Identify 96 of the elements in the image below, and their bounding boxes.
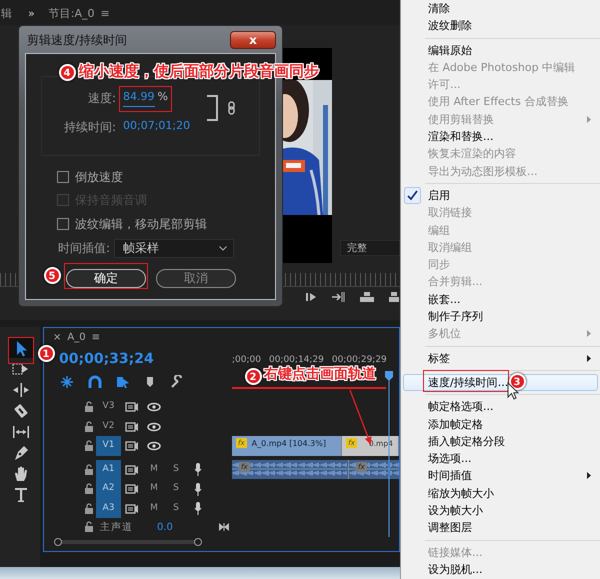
- mute-button[interactable]: M: [150, 482, 158, 496]
- sync-lock-icon[interactable]: [125, 422, 139, 432]
- menu-item[interactable]: 设为帧大小: [401, 502, 600, 520]
- volume-value[interactable]: 0.0: [157, 520, 173, 534]
- menu-item[interactable]: 标签: [401, 350, 600, 367]
- menu-item[interactable]: 嵌套...: [401, 290, 600, 308]
- dialog-title: 剪辑速度/持续时间: [27, 32, 128, 48]
- menu-item[interactable]: 启用: [401, 186, 600, 204]
- panel-menu-button[interactable]: ≡: [92, 330, 100, 344]
- submenu-arrow-icon: [587, 472, 591, 480]
- zoom-dropdown[interactable]: 完整: [340, 240, 400, 256]
- scroll-bar[interactable]: [53, 537, 203, 547]
- nest-icon[interactable]: [60, 375, 74, 389]
- close-button[interactable]: x: [230, 30, 276, 48]
- field-label: 速度:: [86, 90, 116, 107]
- menu-item[interactable]: 添加帧定格: [401, 416, 600, 433]
- interpolation-dropdown[interactable]: 帧采样: [114, 238, 234, 258]
- submenu-arrow-icon: [587, 116, 591, 123]
- solo-button[interactable]: S: [173, 482, 179, 496]
- track-target[interactable]: V1: [96, 436, 121, 456]
- lock-icon[interactable]: [84, 420, 94, 432]
- marker-icon[interactable]: [144, 375, 156, 389]
- annotation-text: 右键点击画面轨道: [264, 367, 376, 381]
- sync-lock-icon[interactable]: [125, 504, 139, 514]
- microphone-icon[interactable]: [194, 463, 202, 476]
- microphone-icon[interactable]: [194, 482, 202, 496]
- sync-lock-icon[interactable]: [125, 484, 139, 494]
- duration-field[interactable]: 00;07;01;20: [123, 118, 190, 136]
- checkbox-label: 波纹编辑，移动尾部剪辑: [75, 216, 207, 233]
- menu-item[interactable]: 设为脱机...: [401, 560, 600, 578]
- field-label: 持续时间:: [62, 119, 116, 136]
- solo-button[interactable]: S: [173, 462, 179, 476]
- sync-lock-icon[interactable]: [125, 441, 139, 451]
- eye-icon[interactable]: [147, 441, 161, 451]
- lock-icon[interactable]: [84, 521, 94, 533]
- cancel-button[interactable]: 取消: [156, 268, 236, 288]
- ruler-label: ;00;00: [232, 354, 261, 367]
- extract-icon[interactable]: [389, 291, 399, 303]
- linked-selection-icon[interactable]: [116, 375, 130, 389]
- unit-label: %: [158, 89, 168, 105]
- lock-icon[interactable]: [84, 483, 94, 495]
- track-target[interactable]: A2: [96, 479, 121, 499]
- track-target[interactable]: V2: [96, 417, 121, 436]
- checkbox[interactable]: [57, 218, 69, 230]
- clip-label: A_0.mp4 [104.3%]: [252, 438, 326, 450]
- lock-icon[interactable]: [84, 464, 94, 476]
- track-target[interactable]: A1: [96, 460, 121, 479]
- eye-icon[interactable]: [147, 422, 161, 432]
- checkmark-icon: [404, 186, 421, 204]
- panel-tab[interactable]: 辑: [1, 6, 12, 22]
- lock-icon[interactable]: [84, 502, 94, 514]
- sync-lock-icon[interactable]: [125, 464, 139, 474]
- mute-button[interactable]: M: [150, 462, 158, 476]
- mute-button[interactable]: M: [150, 502, 158, 516]
- menu-item[interactable]: 场选项...: [401, 450, 600, 468]
- sequence-tab[interactable]: A_0: [67, 330, 86, 344]
- lock-icon[interactable]: [84, 401, 94, 413]
- submenu-arrow-icon: [587, 354, 591, 362]
- menu-item[interactable]: 清除: [401, 0, 600, 18]
- overflow-button[interactable]: »: [28, 6, 35, 22]
- menu-item[interactable]: 调整图层: [401, 519, 600, 537]
- field-label: 时间插值:: [58, 240, 110, 257]
- menu-item[interactable]: 缩放为帧大小: [401, 484, 600, 502]
- timecode[interactable]: 00;00;33;24: [59, 350, 154, 368]
- solo-button[interactable]: S: [173, 502, 179, 516]
- sync-lock-icon[interactable]: [125, 402, 139, 412]
- menu-item[interactable]: 制作子序列: [401, 308, 600, 326]
- caret-icon: [219, 246, 228, 250]
- ok-button[interactable]: 确定: [66, 268, 146, 288]
- menu-item[interactable]: 帧定格选项...: [401, 398, 600, 416]
- track-target[interactable]: A3: [96, 499, 121, 518]
- menu-item[interactable]: 编辑原始: [401, 42, 600, 59]
- close-button[interactable]: ×: [53, 330, 62, 344]
- eye-icon[interactable]: [147, 402, 161, 412]
- checkbox-label: 倒放速度: [75, 168, 123, 186]
- ruler-label: 00;00;29;29: [332, 354, 387, 366]
- lock-icon[interactable]: [84, 440, 94, 452]
- track-target[interactable]: V3: [96, 397, 121, 417]
- menu-item[interactable]: 波纹删除: [401, 17, 600, 35]
- panel-tab[interactable]: 节目:A_0: [48, 6, 94, 22]
- track-label: 主声道: [100, 520, 133, 534]
- speed-field[interactable]: 84.99: [123, 89, 154, 106]
- submenu-arrow-icon: [587, 330, 591, 338]
- magnet-icon[interactable]: [88, 375, 102, 389]
- menu-item[interactable]: 插入帧定格分段: [401, 432, 600, 450]
- bowtie-icon[interactable]: [218, 523, 229, 531]
- wrench-icon[interactable]: [170, 375, 184, 389]
- panel-menu-button[interactable]: ≡: [100, 6, 110, 22]
- microphone-icon[interactable]: [194, 502, 202, 515]
- insert-icon[interactable]: [331, 291, 345, 303]
- checkbox[interactable]: [57, 170, 69, 183]
- step-forward-icon[interactable]: [305, 291, 317, 303]
- lift-icon[interactable]: [359, 291, 375, 303]
- menu-item[interactable]: 时间插值: [401, 467, 600, 485]
- menu-item[interactable]: 渲染和替换...: [401, 128, 600, 146]
- ruler-label: 00;00;14;29: [268, 354, 324, 366]
